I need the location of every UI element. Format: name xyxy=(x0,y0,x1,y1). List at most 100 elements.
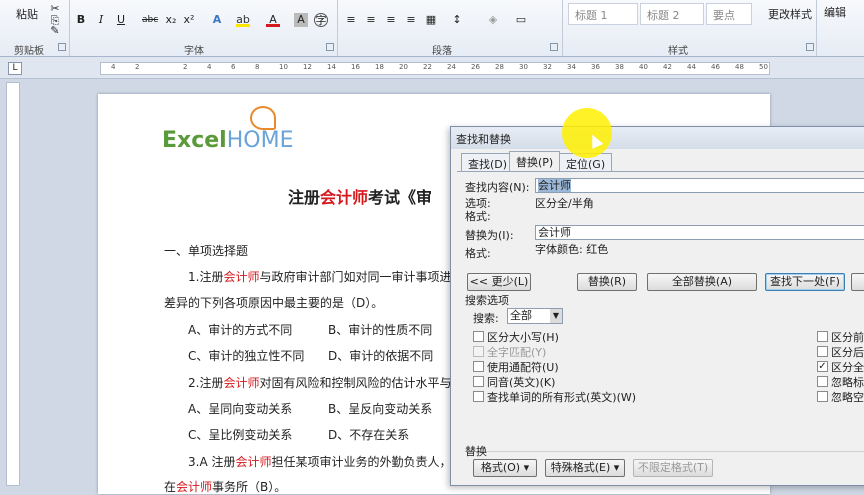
clipboard-launcher-icon[interactable] xyxy=(58,43,66,51)
checkbox-label: 忽略标点 xyxy=(831,376,864,389)
replace-all-button[interactable]: 全部替换(A) xyxy=(647,273,757,291)
style-heading1[interactable]: 标题 1 xyxy=(568,3,638,25)
ruler-tick: 2 xyxy=(183,63,188,71)
ruler-tick: 36 xyxy=(591,63,600,71)
search-label: 搜索: xyxy=(473,312,499,325)
q3-post: 担任某项审计业务的外勤负责人，如 xyxy=(271,455,464,469)
border-icon[interactable]: ▭ xyxy=(514,13,528,27)
justify-icon[interactable]: ≡ xyxy=(404,13,418,27)
change-styles-button[interactable]: 更改样式 xyxy=(768,6,812,22)
ruler-tick: 28 xyxy=(495,63,504,71)
paragraph-launcher-icon[interactable] xyxy=(550,43,558,51)
ruler-tick: 42 xyxy=(663,63,672,71)
q3-line2-pre: 在 xyxy=(164,480,177,494)
title-red: 会计师 xyxy=(320,188,369,207)
strikethrough-icon[interactable]: abc xyxy=(142,13,158,27)
subscript-icon[interactable]: x₂ xyxy=(164,13,178,27)
style-heading2-label: 标题 2 xyxy=(647,9,680,22)
tab-replace-label: 替换(P) xyxy=(516,156,554,169)
align-left-icon[interactable]: ≡ xyxy=(344,13,358,27)
checkbox[interactable]: ✓ xyxy=(817,361,828,372)
font-group-label: 字体 xyxy=(184,46,204,57)
styles-launcher-icon[interactable] xyxy=(806,43,814,51)
find-input[interactable]: 会计师 xyxy=(535,178,864,193)
find-format-label: 格式: xyxy=(465,210,491,223)
tab-selector-icon[interactable]: L xyxy=(8,62,22,75)
underline-icon[interactable]: U xyxy=(114,13,128,27)
dialog-titlebar[interactable]: 查找和替换 xyxy=(451,127,864,149)
q1-red: 会计师 xyxy=(223,270,260,284)
replace-input[interactable]: 会计师 xyxy=(535,225,864,240)
align-center-icon[interactable]: ≡ xyxy=(364,13,378,27)
excelhome-logo: ExcelHOME xyxy=(162,128,293,153)
no-format-button[interactable]: 不限定格式(T) xyxy=(633,459,713,477)
q2-option-a: A、呈同向变动关系 xyxy=(188,400,292,417)
paste-button[interactable]: 粘贴 xyxy=(10,0,46,40)
cancel-button[interactable] xyxy=(851,273,864,291)
distributed-icon[interactable]: ▦ xyxy=(424,13,438,27)
replace-all-button-label: 全部替换(A) xyxy=(671,275,733,288)
align-right-icon[interactable]: ≡ xyxy=(384,13,398,27)
superscript-icon[interactable]: x² xyxy=(182,13,196,27)
format-button[interactable]: 格式(O) ▾ xyxy=(473,459,537,477)
checkbox[interactable] xyxy=(473,376,484,387)
logo-excel-text: Excel xyxy=(162,128,227,153)
vertical-ruler[interactable] xyxy=(6,82,20,486)
checkbox[interactable] xyxy=(817,376,828,387)
checkbox[interactable] xyxy=(817,346,828,357)
section-heading: 一、单项选择题 xyxy=(164,242,248,259)
font-color-icon[interactable]: A xyxy=(266,13,280,27)
style-emphasis[interactable]: 要点 xyxy=(706,3,752,25)
q2-a-text: A、呈同向变动关系 xyxy=(188,402,293,416)
checkbox[interactable] xyxy=(473,346,484,357)
checkbox-label: 同音(英文)(K) xyxy=(487,376,556,389)
checkbox-label: 区分全/ xyxy=(831,361,864,374)
checkbox[interactable] xyxy=(473,391,484,402)
format-painter-icon[interactable]: ✎ xyxy=(48,24,62,38)
style-emphasis-label: 要点 xyxy=(713,9,735,22)
checkbox[interactable] xyxy=(473,331,484,342)
q3-line1: 3.A 注册会计师担任某项审计业务的外勤负责人，如 xyxy=(188,453,464,470)
checkbox-label: 区分前缀 xyxy=(831,331,864,344)
ruler-tick: 38 xyxy=(615,63,624,71)
special-format-button[interactable]: 特殊格式(E) ▾ xyxy=(545,459,625,477)
ruler-tick: 44 xyxy=(687,63,696,71)
edit-button[interactable]: 编辑 xyxy=(824,4,846,20)
ruler-tick: 14 xyxy=(327,63,336,71)
less-button[interactable]: << 更少(L) xyxy=(467,273,531,291)
ruler-tick: 12 xyxy=(303,63,312,71)
style-heading2[interactable]: 标题 2 xyxy=(640,3,704,25)
highlight-icon[interactable]: ab xyxy=(236,13,250,27)
ruler-tick: 8 xyxy=(255,63,260,71)
ruler-tick: 50 xyxy=(759,63,768,71)
find-value: 会计师 xyxy=(538,179,571,192)
text-effects-icon[interactable]: A xyxy=(210,13,224,27)
search-value: 全部 xyxy=(510,309,532,322)
ruler-tick: 34 xyxy=(567,63,576,71)
horizontal-ruler[interactable]: 4 2 2 4 6 8 10 12 14 16 18 20 22 24 26 28 30 32 34 36 38 40 42… xyxy=(100,62,770,75)
q1-line2-text: 差异的下列各项原因中最主要的是（D）。 xyxy=(164,296,384,310)
shading-icon[interactable]: ◈ xyxy=(486,13,500,27)
char-shading-icon[interactable]: A xyxy=(294,13,308,27)
replace-button[interactable]: 替换(R) xyxy=(577,273,637,291)
ruler-tick: 26 xyxy=(471,63,480,71)
italic-icon[interactable]: I xyxy=(94,13,108,27)
search-select[interactable]: 全部 ▼ xyxy=(507,308,563,324)
bold-icon[interactable]: B xyxy=(74,13,88,27)
paste-label: 粘贴 xyxy=(16,8,38,21)
checkbox[interactable] xyxy=(817,331,828,342)
find-next-button[interactable]: 查找下一处(F) xyxy=(765,273,845,291)
tab-replace[interactable]: 替换(P) xyxy=(509,151,561,172)
checkbox[interactable] xyxy=(473,361,484,372)
tab-find[interactable]: 查找(D) xyxy=(461,153,515,171)
checkbox-label: 区分大小写(H) xyxy=(487,331,559,344)
styles-group-label: 样式 xyxy=(668,46,688,57)
checkbox[interactable] xyxy=(817,391,828,402)
font-launcher-icon[interactable] xyxy=(326,43,334,51)
q1-c-text: C、审计的独立性不同 xyxy=(188,349,305,363)
ruler-tick: 2 xyxy=(135,63,140,71)
q2-option-c: C、呈比例变动关系 xyxy=(188,426,292,443)
enclose-char-icon[interactable]: 字 xyxy=(314,13,328,27)
line-spacing-icon[interactable]: ↕ xyxy=(450,13,464,27)
separator xyxy=(337,0,338,56)
